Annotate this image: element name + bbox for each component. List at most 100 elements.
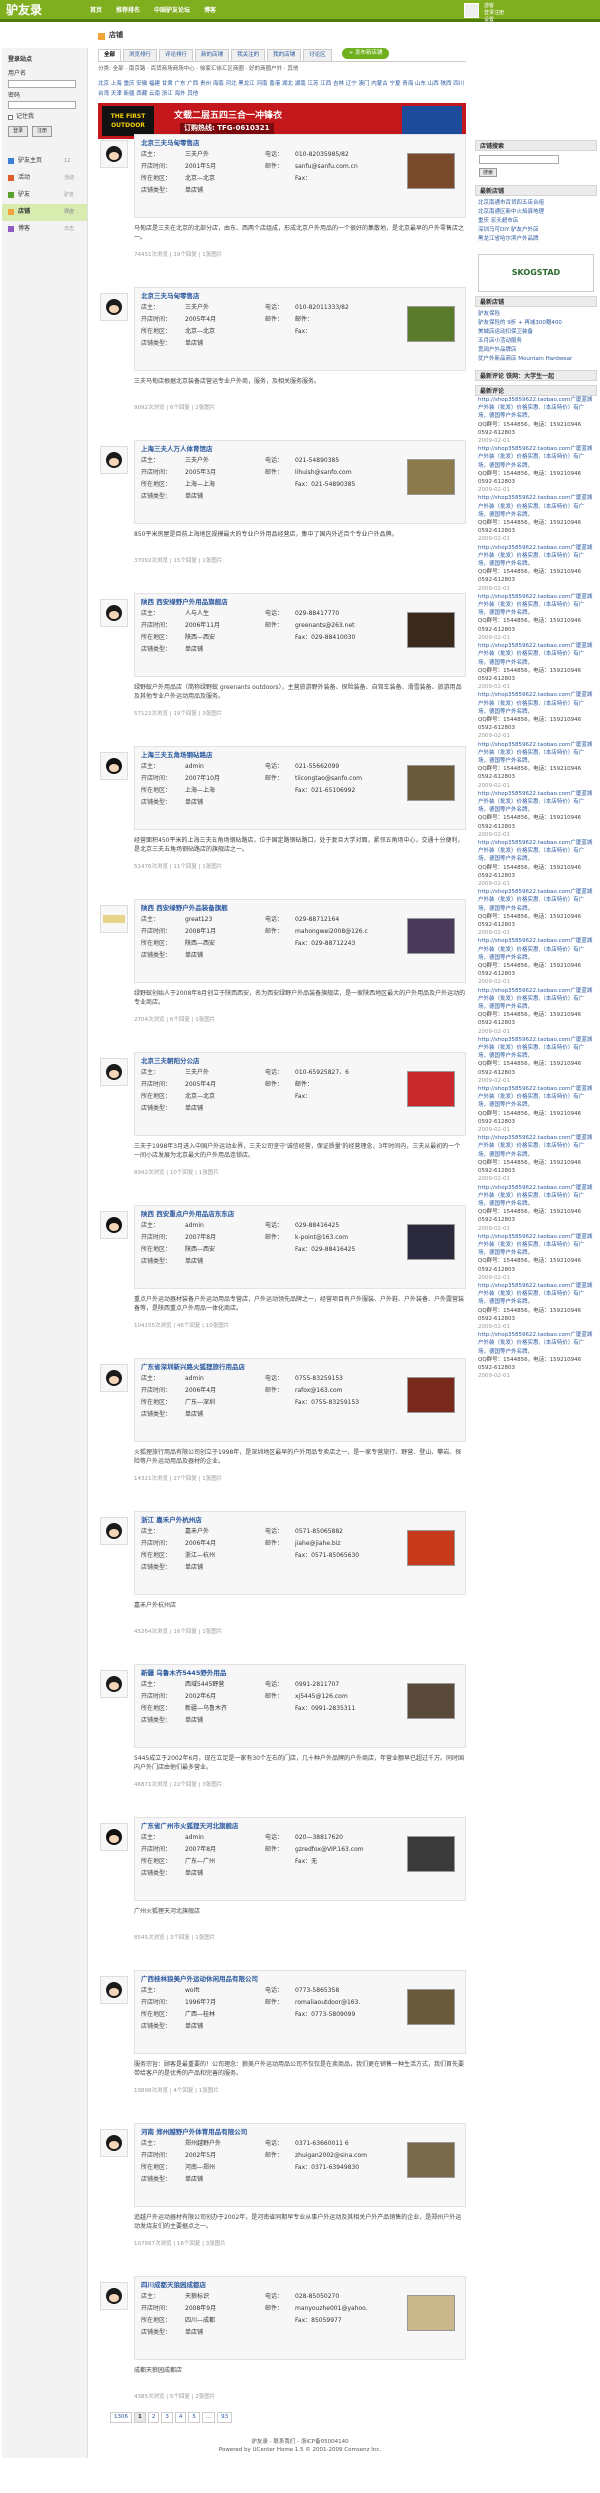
rank-link[interactable]: 五月店小活动服务 (478, 337, 594, 346)
shop-photo[interactable] (407, 1530, 455, 1566)
login-button[interactable]: 登录 (8, 126, 29, 137)
shop-photo[interactable] (407, 1989, 455, 2025)
shop-photos[interactable]: 1张图片 (202, 1629, 222, 1635)
shop-name[interactable]: 广西桂林狼美户外运动休闲用品有限公司 (141, 1975, 258, 1983)
shop-avatar[interactable] (100, 1058, 128, 1086)
newest-shop-link[interactable]: 深圳马可DIY 驴友户外店 (478, 226, 594, 235)
comment-link[interactable]: http://shop35859622.taobao.com广厦蓝城户外装（批发… (478, 839, 594, 864)
comment-link[interactable]: http://shop35859622.taobao.com广厦蓝城户外装（批发… (478, 1036, 594, 1061)
field-email[interactable]: rafox@163.com (295, 1387, 385, 1395)
shop-name[interactable]: 广东省广州市火狐狸天河北旗舰店 (141, 1822, 239, 1830)
shop-photo[interactable] (407, 1071, 455, 1107)
field-owner[interactable]: 三夫户外 (185, 457, 265, 465)
field-owner[interactable]: 郑州越野户外 (185, 2140, 265, 2148)
password-input[interactable] (8, 101, 76, 110)
tab-item[interactable]: 全部 (98, 48, 122, 61)
user-avatar[interactable] (464, 3, 479, 18)
shop-photos[interactable]: 1张图片 (202, 1476, 222, 1482)
rank-link[interactable]: 驴友保险的 9折 + 再减300赠400 (478, 319, 594, 328)
shop-comments[interactable]: 6个回复 (170, 405, 190, 411)
shop-photos[interactable]: 2张图片 (195, 405, 215, 411)
field-owner[interactable]: admin (185, 1834, 265, 1842)
shop-avatar[interactable] (100, 446, 128, 474)
newest-shop-link[interactable]: 重庆 宏天超市店 (478, 217, 594, 226)
shop-photo[interactable] (407, 306, 455, 342)
skogstad-ad[interactable]: SKOGSTAD (478, 254, 594, 292)
login-register-link[interactable]: 登录注册 (484, 10, 504, 17)
shop-photo[interactable] (407, 918, 455, 954)
page-link[interactable]: ... (201, 2412, 216, 2424)
comment-link[interactable]: http://shop35859622.taobao.com广厦蓝城户外装（批发… (478, 1282, 594, 1307)
field-owner[interactable]: great123 (185, 916, 265, 924)
rank-link[interactable]: 驴友保险 (478, 310, 594, 319)
nav-home[interactable]: 首页 (90, 7, 102, 15)
field-email[interactable]: xj5445@126.com (295, 1693, 385, 1701)
shop-name[interactable]: 广东省深圳新兴路火狐狸旅行用品店 (141, 1363, 245, 1371)
field-owner[interactable]: admin (185, 1222, 265, 1230)
shop-avatar[interactable] (100, 1976, 128, 2004)
field-email[interactable]: mahongwei2008@126.c (295, 928, 385, 936)
comment-link[interactable]: http://shop35859622.taobao.com广厦蓝城户外装（批发… (478, 445, 594, 470)
shop-comments[interactable]: 15个回复 (173, 558, 197, 564)
shop-comments[interactable]: 5个回复 (170, 2394, 190, 2400)
footer-links[interactable]: 驴友录 - 联系我们 - 浙ICP备05004140 (0, 2438, 600, 2446)
shop-photos[interactable]: 1张图片 (199, 1170, 219, 1176)
field-email[interactable]: 邮件： (295, 1081, 385, 1089)
register-button[interactable]: 注册 (32, 126, 53, 137)
tab-item[interactable]: 浏览排行 (123, 48, 158, 61)
shop-comments[interactable]: 46个回复 (177, 1323, 201, 1329)
sidebar-item[interactable]: 驴友主页 12 (2, 153, 87, 170)
field-owner[interactable]: 三夫户外 (185, 151, 265, 159)
shop-search-button[interactable]: 搜索 (479, 168, 497, 177)
shop-comments[interactable]: 19个回复 (173, 711, 197, 717)
shop-comments[interactable]: 3个回复 (170, 1935, 190, 1941)
field-email[interactable]: tiicongtao@sanfo.com (295, 775, 385, 783)
shop-avatar[interactable] (100, 140, 128, 168)
field-email[interactable]: 邮件： (295, 316, 385, 324)
comment-link[interactable]: http://shop35859622.taobao.com广厦蓝城户外装（批发… (478, 1085, 594, 1110)
field-email[interactable]: k-point@163.com (295, 1234, 385, 1242)
comment-link[interactable]: http://shop35859622.taobao.com广厦蓝城户外装（批发… (478, 593, 594, 618)
field-email[interactable]: zhuigan2002@sina.com (295, 2152, 385, 2160)
field-owner[interactable]: 人与人生 (185, 610, 265, 618)
shop-comments[interactable]: 22个回复 (173, 1782, 197, 1788)
shop-name[interactable]: 上海三夫人万人体育馆店 (141, 445, 213, 453)
shop-name[interactable]: 陕西 西安绿野户外品装备旗舰 (141, 904, 228, 912)
page-link[interactable]: 5 (188, 2412, 200, 2424)
shop-comments[interactable]: 18个回复 (177, 2241, 201, 2247)
nav-ranking[interactable]: 推荐排名 (116, 7, 140, 15)
field-owner[interactable]: 嘉禾户外 (185, 1528, 265, 1536)
comment-link[interactable]: http://shop35859622.taobao.com广厦蓝城户外装（批发… (478, 888, 594, 913)
shop-photo[interactable] (407, 153, 455, 189)
shop-comments[interactable]: 11个回复 (173, 864, 197, 870)
shop-photo[interactable] (407, 1683, 455, 1719)
shop-avatar[interactable] (100, 599, 128, 627)
field-owner[interactable]: admin (185, 763, 265, 771)
page-link[interactable]: 3 (161, 2412, 173, 2424)
shop-name[interactable]: 四川成都天狼园成都店 (141, 2281, 206, 2289)
field-owner[interactable]: 西域5445野营 (185, 1681, 265, 1689)
shop-photos[interactable]: 10张图片 (206, 1323, 230, 1329)
sidebar-item[interactable]: 博客 日志 (2, 221, 87, 238)
comment-link[interactable]: http://shop35859622.taobao.com广厦蓝城户外装（批发… (478, 544, 594, 569)
field-email[interactable]: greenants@263.net (295, 622, 385, 630)
page-link[interactable]: 1 (134, 2412, 146, 2424)
comment-link[interactable]: http://shop35859622.taobao.com广厦蓝城户外装（批发… (478, 494, 594, 519)
page-link[interactable]: 93 (217, 2412, 233, 2424)
page-link[interactable]: 1306 (110, 2412, 132, 2424)
comment-link[interactable]: http://shop35859622.taobao.com广厦蓝城户外装（批发… (478, 1233, 594, 1258)
shop-avatar[interactable] (100, 2129, 128, 2157)
shop-name[interactable]: 陕西 西安重点户外用品店东东店 (141, 1210, 234, 1218)
shop-name[interactable]: 上海三夫五角场钢砧路店 (141, 751, 213, 759)
shop-photos[interactable]: 1张图片 (195, 1017, 215, 1023)
shop-avatar[interactable] (100, 1517, 128, 1545)
shop-search-input[interactable] (479, 155, 559, 164)
shop-photo[interactable] (407, 765, 455, 801)
comment-link[interactable]: http://shop35859622.taobao.com广厦蓝城户外装（批发… (478, 691, 594, 716)
remember-checkbox[interactable] (8, 114, 13, 120)
shop-photo[interactable] (407, 1224, 455, 1260)
tab-item[interactable]: 讨论区 (303, 48, 332, 61)
shop-avatar[interactable] (100, 1670, 128, 1698)
field-email[interactable]: sanfu@sanfu.com.cn (295, 163, 385, 171)
field-email[interactable]: manyouzhe001@yahoo. (295, 2305, 385, 2313)
